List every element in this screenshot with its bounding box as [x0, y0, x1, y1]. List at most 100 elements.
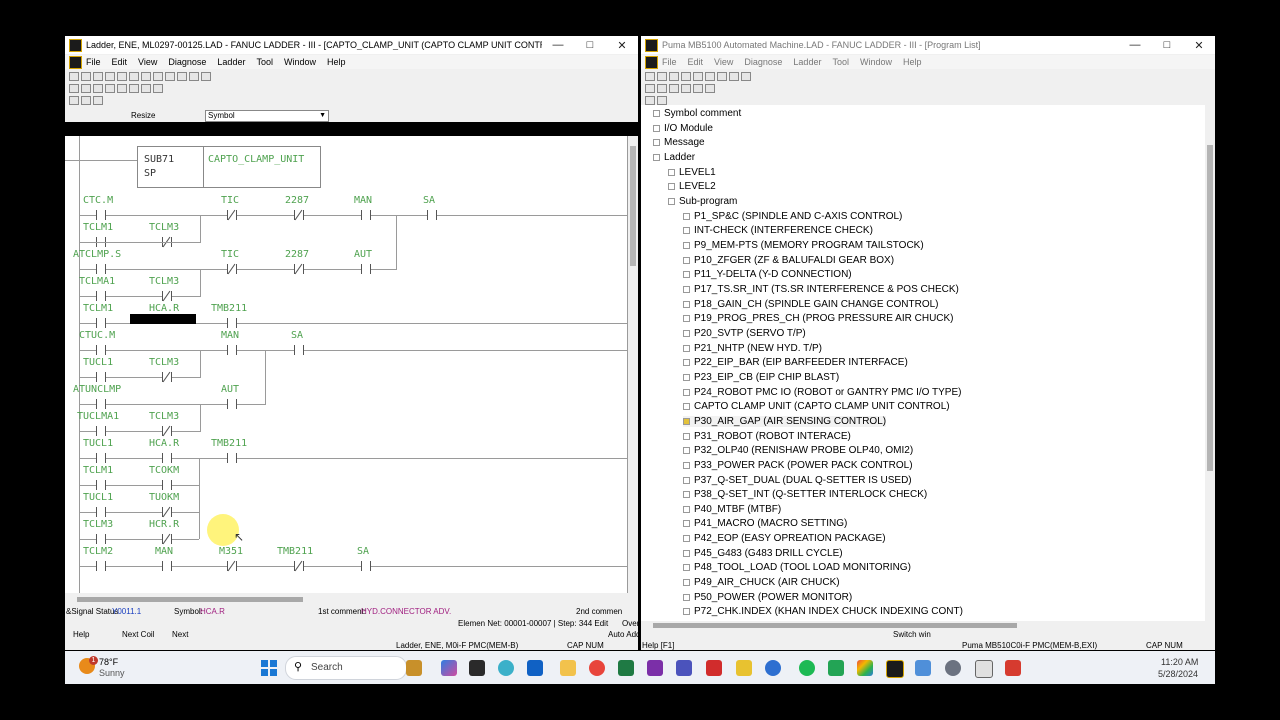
menu-window[interactable]: Window — [284, 57, 316, 67]
menu-diagnose[interactable]: Diagnose — [168, 57, 206, 67]
contact[interactable] — [162, 561, 172, 571]
find-icon[interactable] — [177, 71, 187, 81]
tree-item[interactable]: P9_MEM-PTS (MEMORY PROGRAM TAILSTOCK) — [683, 240, 924, 251]
undo-icon[interactable] — [153, 71, 163, 81]
pinwheel-icon[interactable] — [857, 660, 873, 676]
tree-vscroll-thumb[interactable] — [1207, 145, 1213, 471]
fkey-switch-window[interactable]: Switch win — [893, 630, 931, 639]
fkey-help[interactable]: Help — [73, 630, 89, 639]
func-icon[interactable] — [129, 83, 139, 93]
menu-view[interactable]: View — [714, 57, 733, 67]
terminal-icon[interactable] — [469, 660, 485, 676]
copy-icon[interactable] — [705, 71, 715, 81]
tree-item[interactable]: I/O Module — [653, 123, 713, 134]
ladder-diagram[interactable]: SUB71 SP CAPTO_CLAMP_UNIT CTC.M TIC 2287… — [65, 136, 633, 593]
menu-edit[interactable]: Edit — [688, 57, 704, 67]
tree-item[interactable]: Message — [653, 137, 705, 148]
save-icon[interactable] — [93, 71, 103, 81]
contact[interactable] — [162, 453, 172, 463]
start-button[interactable] — [261, 660, 277, 676]
copilot-icon[interactable] — [441, 660, 457, 676]
contact[interactable] — [96, 453, 106, 463]
menu-tool[interactable]: Tool — [256, 57, 273, 67]
menu-ladder[interactable]: Ladder — [793, 57, 821, 67]
contact[interactable] — [96, 399, 106, 409]
maximize-button[interactable]: □ — [1151, 39, 1183, 51]
vline-icon[interactable] — [693, 83, 703, 93]
resize-button[interactable]: Resize — [131, 111, 155, 120]
paste-icon[interactable] — [717, 71, 727, 81]
func-icon[interactable] — [705, 83, 715, 93]
contact[interactable] — [227, 345, 237, 355]
tree-item[interactable]: Ladder — [653, 152, 695, 163]
list-icon[interactable] — [93, 95, 103, 105]
contact[interactable] — [96, 372, 106, 382]
grid-icon[interactable] — [81, 95, 91, 105]
tree-item[interactable]: P24_ROBOT PMC IO (ROBOT or GANTRY PMC I/… — [683, 387, 961, 398]
new-icon[interactable] — [69, 71, 79, 81]
open-icon[interactable] — [657, 71, 667, 81]
tree-item[interactable]: P17_TS.SR_INT (TS.SR INTERFERENCE & POS … — [683, 284, 959, 295]
contact[interactable] — [96, 480, 106, 490]
grid-icon[interactable] — [657, 95, 667, 105]
ladder-hscroll-thumb[interactable] — [77, 597, 303, 602]
contact[interactable] — [361, 561, 371, 571]
minimize-button[interactable]: — — [542, 39, 574, 51]
contact[interactable] — [427, 210, 437, 220]
menu-help[interactable]: Help — [903, 57, 922, 67]
clock-app-icon[interactable] — [975, 660, 993, 678]
menu-file[interactable]: File — [662, 57, 677, 67]
menu-view[interactable]: View — [138, 57, 157, 67]
contact[interactable] — [361, 264, 371, 274]
contact[interactable] — [294, 345, 304, 355]
teams-icon[interactable] — [676, 660, 692, 676]
contact[interactable] — [96, 534, 106, 544]
minimize-button[interactable]: — — [1119, 39, 1151, 51]
tree-item[interactable]: P33_POWER PACK (POWER PACK CONTROL) — [683, 460, 913, 471]
ladder-vscroll-thumb[interactable] — [630, 146, 636, 266]
monitor-icon[interactable] — [201, 71, 211, 81]
spotify-icon[interactable] — [799, 660, 815, 676]
chat-icon[interactable] — [765, 660, 781, 676]
fkey-next-coil[interactable]: Next Coil — [122, 630, 154, 639]
fanuc-ladder-icon[interactable] — [886, 660, 904, 678]
ladder-hscroll[interactable] — [65, 595, 628, 603]
menu-diagnose[interactable]: Diagnose — [744, 57, 782, 67]
print-icon[interactable] — [105, 71, 115, 81]
tree-vscroll[interactable] — [1205, 105, 1215, 621]
notepad-icon[interactable] — [915, 660, 931, 676]
taskbar-search-box[interactable]: ⚲ Search — [285, 656, 407, 680]
contact-no-icon[interactable] — [645, 83, 655, 93]
tree-item[interactable]: LEVEL2 — [668, 181, 716, 192]
s-app-icon[interactable] — [1005, 660, 1021, 676]
zoom-in-icon[interactable] — [141, 83, 151, 93]
tree-item[interactable]: P72_CHK.INDEX (KHAN INDEX CHUCK INDEXING… — [683, 606, 963, 617]
contact[interactable] — [96, 210, 106, 220]
tree-item[interactable]: INT-CHECK (INTERFERENCE CHECK) — [683, 225, 873, 236]
contact[interactable] — [96, 264, 106, 274]
file-explorer-icon[interactable] — [406, 660, 422, 676]
menu-tool[interactable]: Tool — [832, 57, 849, 67]
onenote-icon[interactable] — [647, 660, 663, 676]
tree-item[interactable]: P23_EIP_CB (EIP CHIP BLAST) — [683, 372, 839, 383]
contact[interactable] — [96, 345, 106, 355]
fkey-next[interactable]: Next — [172, 630, 188, 639]
contact[interactable] — [227, 399, 237, 409]
tree-item[interactable]: P50_POWER (POWER MONITOR) — [683, 592, 852, 603]
sub-function-box[interactable]: SUB71 SP CAPTO_CLAMP_UNIT — [137, 146, 321, 188]
contact[interactable] — [96, 291, 106, 301]
excel-icon[interactable] — [618, 660, 634, 676]
weather-temp[interactable]: 78°F — [99, 657, 118, 667]
cut-icon[interactable] — [693, 71, 703, 81]
ladder-vscroll[interactable] — [628, 136, 638, 593]
tree-hscroll[interactable] — [641, 621, 1205, 629]
vline-icon[interactable] — [117, 83, 127, 93]
tree-item[interactable]: P19_PROG_PRES_CH (PROG PRESSURE AIR CHUC… — [683, 313, 954, 324]
tree-item[interactable]: Sub-program — [668, 196, 737, 207]
contact[interactable] — [227, 453, 237, 463]
tree-item[interactable]: Symbol comment — [653, 108, 741, 119]
contact[interactable] — [96, 426, 106, 436]
contact[interactable] — [162, 480, 172, 490]
tree-item[interactable]: P49_AIR_CHUCK (AIR CHUCK) — [683, 577, 840, 588]
replace-icon[interactable] — [189, 71, 199, 81]
